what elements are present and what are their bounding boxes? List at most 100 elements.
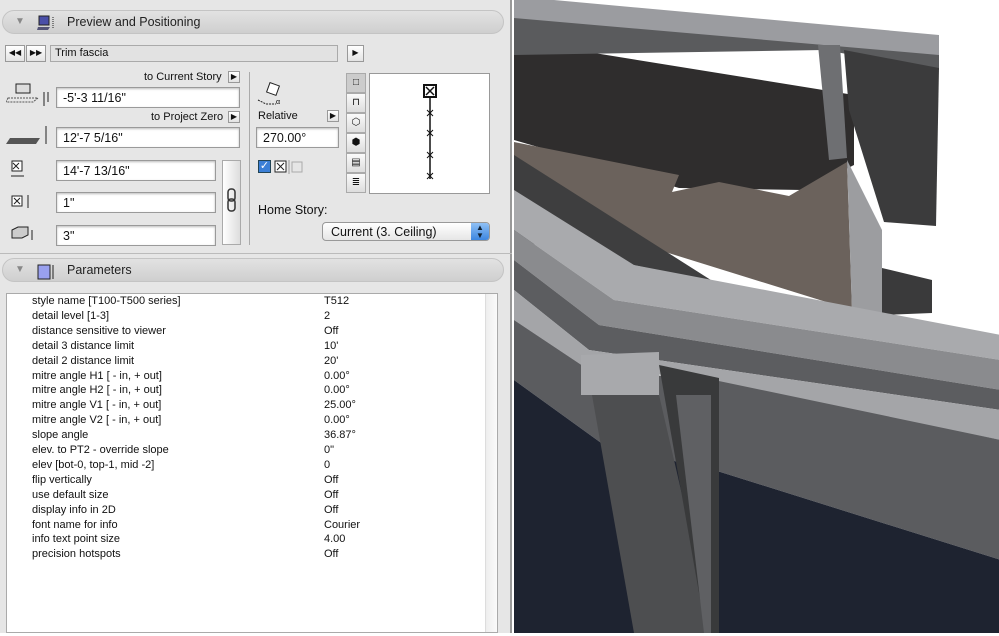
parameter-row[interactable]: font name for info Courier bbox=[7, 519, 487, 534]
parameter-name: mitre angle V2 [ - in, + out] bbox=[32, 414, 162, 427]
length-icon bbox=[11, 160, 24, 177]
proportion-lock-button[interactable] bbox=[222, 160, 241, 245]
object-menu-button[interactable]: ▶ bbox=[347, 45, 364, 62]
view-3d-solid-button[interactable]: ⬢ bbox=[346, 133, 366, 153]
parameter-row[interactable]: mitre angle V1 [ - in, + out] 25.00° bbox=[7, 399, 487, 414]
parameter-row[interactable]: display info in 2D Off bbox=[7, 504, 487, 519]
to-project-zero-label: to Project Zero bbox=[151, 111, 224, 123]
parameter-value[interactable]: 20' bbox=[324, 355, 338, 367]
parameter-name: font name for info bbox=[32, 518, 118, 531]
home-story-select[interactable]: Current (3. Ceiling) ▲ ▼ bbox=[322, 222, 490, 241]
parameter-name: mitre angle V1 [ - in, + out] bbox=[32, 399, 162, 412]
parameter-name: elev. to PT2 - override slope bbox=[32, 444, 169, 456]
parameter-row[interactable]: slope angle 36.87° bbox=[7, 429, 487, 444]
parameter-name: style name [T100-T500 series] bbox=[32, 295, 181, 307]
parameter-row[interactable]: elev. to PT2 - override slope 0" bbox=[7, 444, 487, 459]
parameter-name: detail level [1-3] bbox=[32, 309, 110, 322]
elevation-to-zero-field[interactable]: 12'-7 5/16" bbox=[56, 127, 240, 148]
parameter-value[interactable]: 36.87° bbox=[324, 429, 356, 441]
parameter-name: display info in 2D bbox=[32, 503, 116, 516]
angle-mode-menu-button[interactable]: ▶ bbox=[327, 110, 339, 122]
angle-mode-label: Relative bbox=[258, 110, 298, 122]
parameter-value[interactable]: 0" bbox=[324, 444, 334, 456]
parameter-name: flip vertically bbox=[32, 473, 92, 486]
parameter-name: detail 2 distance limit bbox=[32, 354, 135, 367]
parameter-row[interactable]: detail 2 distance limit 20' bbox=[7, 355, 487, 370]
view-section-button[interactable]: ▤ bbox=[346, 153, 366, 173]
home-story-value: Current (3. Ceiling) bbox=[331, 225, 437, 239]
depth-icon bbox=[11, 226, 33, 240]
elevation-story-icon bbox=[6, 83, 49, 106]
parameter-value[interactable]: 0.00° bbox=[324, 414, 350, 426]
mirror-checkbox[interactable]: ✓ bbox=[258, 160, 271, 173]
project-zero-menu-button[interactable]: ▶ bbox=[228, 111, 240, 123]
mirror-icons bbox=[274, 160, 303, 174]
parameter-name: mitre angle H2 [ - in, + out] bbox=[32, 384, 162, 397]
parameter-row[interactable]: detail 3 distance limit 10' bbox=[7, 340, 487, 355]
collapse-triangle-icon[interactable]: ▼ bbox=[15, 16, 25, 27]
parameter-name: mitre angle H1 [ - in, + out] bbox=[32, 369, 162, 382]
parameter-row[interactable]: precision hotspots Off bbox=[7, 548, 487, 563]
view-list-button[interactable]: ≣ bbox=[346, 173, 366, 193]
parameter-value[interactable]: Off bbox=[324, 325, 338, 337]
preview-section-header[interactable]: ▼ Preview and Positioning bbox=[2, 10, 504, 34]
3d-viewport[interactable] bbox=[514, 0, 999, 633]
parameter-value[interactable]: 0 bbox=[324, 459, 330, 471]
collapse-triangle-icon[interactable]: ▼ bbox=[15, 264, 25, 275]
parameter-value[interactable]: Courier bbox=[324, 519, 360, 531]
divider bbox=[0, 253, 512, 254]
view-2d-button[interactable]: □ bbox=[346, 73, 366, 93]
parameter-row[interactable]: elev [bot-0, top-1, mid -2] 0 bbox=[7, 459, 487, 474]
parameters-list[interactable]: style name [T100-T500 series] T512 detail … bbox=[6, 293, 498, 633]
divider bbox=[249, 72, 250, 245]
parameter-row[interactable]: detail level [1-3] 2 bbox=[7, 310, 487, 325]
parameter-value[interactable]: 2 bbox=[324, 310, 330, 322]
parameter-name: info text point size bbox=[32, 533, 121, 546]
parameter-name: precision hotspots bbox=[32, 548, 121, 561]
parameter-row[interactable]: mitre angle V2 [ - in, + out] 0.00° bbox=[7, 414, 487, 429]
preview-window bbox=[369, 73, 490, 194]
rotation-angle-icon: α bbox=[257, 82, 281, 106]
parameter-value[interactable]: 0.00° bbox=[324, 384, 350, 396]
depth-field[interactable]: 3" bbox=[56, 225, 216, 246]
preview-plan-drawing bbox=[423, 84, 437, 180]
angle-field[interactable]: 270.00° bbox=[256, 127, 339, 148]
current-story-menu-button[interactable]: ▶ bbox=[228, 71, 240, 83]
parameter-value[interactable]: Off bbox=[324, 504, 338, 516]
home-story-label: Home Story: bbox=[258, 203, 328, 217]
parameter-value[interactable]: Off bbox=[324, 474, 338, 486]
parameters-icon bbox=[37, 264, 54, 280]
height-icon bbox=[11, 195, 29, 208]
scrollbar[interactable] bbox=[485, 294, 497, 632]
parameter-value[interactable]: 25.00° bbox=[324, 399, 356, 411]
elevation-zero-icon bbox=[6, 126, 47, 144]
elevation-to-story-field[interactable]: -5'-3 11/16" bbox=[56, 87, 240, 108]
object-name-field[interactable]: Trim fascia bbox=[50, 45, 338, 62]
previous-button[interactable]: ◀◀ bbox=[5, 45, 25, 62]
parameter-row[interactable]: style name [T100-T500 series] T512 bbox=[7, 295, 487, 310]
parameter-row[interactable]: mitre angle H2 [ - in, + out] 0.00° bbox=[7, 384, 487, 399]
parameter-row[interactable]: flip vertically Off bbox=[7, 474, 487, 489]
svg-text:α: α bbox=[276, 99, 280, 106]
parameter-value[interactable]: Off bbox=[324, 548, 338, 560]
settings-panel: ▼ Preview and Positioning ◀◀ ▶▶ Trim fas… bbox=[0, 0, 512, 633]
height-field[interactable]: 1" bbox=[56, 192, 216, 213]
parameter-row[interactable]: mitre angle H1 [ - in, + out] 0.00° bbox=[7, 370, 487, 385]
next-button[interactable]: ▶▶ bbox=[26, 45, 46, 62]
parameter-value[interactable]: 0.00° bbox=[324, 370, 350, 382]
parameter-value[interactable]: T512 bbox=[324, 295, 349, 307]
parameter-value[interactable]: 4.00 bbox=[324, 533, 345, 545]
parameter-value[interactable]: 10' bbox=[324, 340, 338, 352]
parameter-row[interactable]: info text point size 4.00 bbox=[7, 533, 487, 548]
parameter-name: elev [bot-0, top-1, mid -2] bbox=[32, 458, 155, 471]
parameter-name: use default size bbox=[32, 488, 109, 501]
parameters-section-header[interactable]: ▼ Parameters bbox=[2, 258, 504, 282]
view-side-button[interactable]: ⊓ bbox=[346, 93, 366, 113]
parameter-row[interactable]: distance sensitive to viewer Off bbox=[7, 325, 487, 340]
view-3d-wire-button[interactable]: ⬡ bbox=[346, 113, 366, 133]
length-field[interactable]: 14'-7 13/16" bbox=[56, 160, 216, 181]
3d-model-render bbox=[514, 0, 999, 633]
parameter-row[interactable]: use default size Off bbox=[7, 489, 487, 504]
section-title: Parameters bbox=[67, 263, 132, 277]
parameter-value[interactable]: Off bbox=[324, 489, 338, 501]
